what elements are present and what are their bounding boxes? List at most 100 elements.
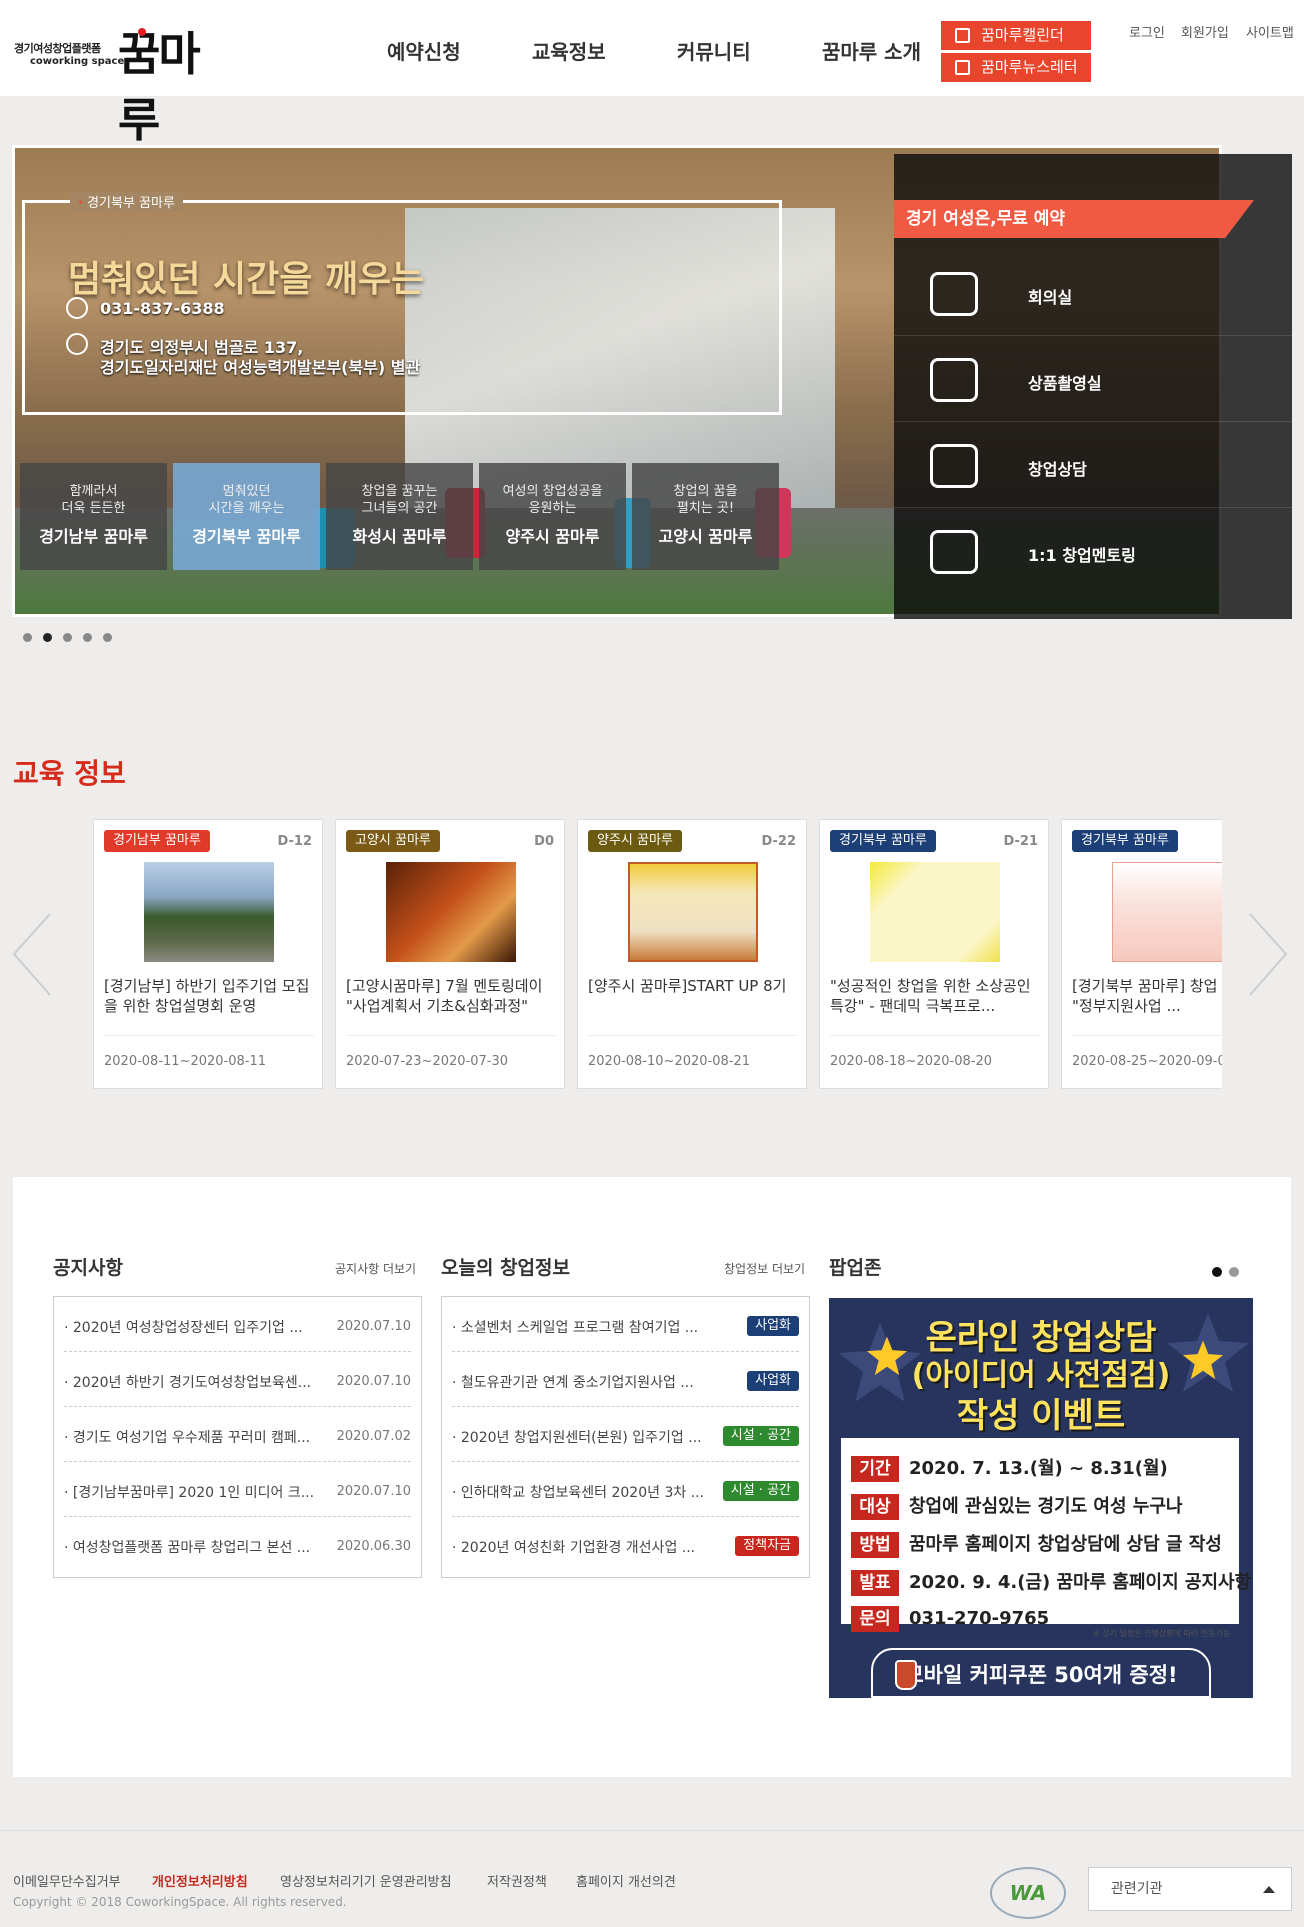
reserve-mentoring[interactable]: 1:1 창업멘토링 (894, 510, 1292, 594)
site-logo[interactable]: 경기여성창업플랫폼 coworking space 꿈마루 (14, 22, 234, 147)
popup-row-value: 창업에 관심있는 경기도 여성 누구나 (909, 1496, 1183, 1517)
web-accessibility-mark-icon: WA (990, 1867, 1066, 1919)
notice-item[interactable]: · 2020년 여성창업성장센터 입주기업 ... 2020.07.10 (64, 1297, 411, 1352)
edu-card-title: "성공적인 창업을 위한 소상공인 특강" - 팬데믹 극복프로... (830, 977, 1031, 1015)
bizinfo-item-title: · 2020년 창업지원센터(본원) 입주기업 ... (452, 1430, 702, 1446)
popup-row-key: 발표 (851, 1570, 899, 1596)
branch-hwaseong[interactable]: 창업을 꿈꾸는 그녀들의 공간 화성시 꿈마루 (326, 463, 473, 570)
edu-card-divider (588, 1035, 798, 1036)
logo-subtitle: 경기여성창업플랫폼 (14, 42, 101, 55)
edu-card-divider (104, 1035, 314, 1036)
notice-item[interactable]: · 여성창업플랫폼 꿈마루 창업리그 본선 ... 2020.06.30 (64, 1517, 411, 1572)
footer-copyright: Copyright © 2018 CoworkingSpace. All rig… (13, 1895, 347, 1909)
popup-row-key: 기간 (851, 1456, 899, 1482)
signup-link[interactable]: 회원가입 (1181, 22, 1229, 41)
nav-education[interactable]: 교육정보 (532, 36, 606, 65)
nav-community[interactable]: 커뮤니티 (677, 36, 751, 65)
nav-reservation[interactable]: 예약신청 (387, 36, 461, 65)
notice-item[interactable]: · 2020년 하반기 경기도여성창업보육센... 2020.07.10 (64, 1352, 411, 1407)
footer-link-feedback[interactable]: 홈페이지 개선의견 (576, 1871, 676, 1890)
branch-north[interactable]: 멈춰있던 시간을 깨우는 경기북부 꿈마루 (173, 463, 320, 570)
nav-about[interactable]: 꿈마루 소개 (822, 36, 921, 65)
edu-card-date: 2020-08-18~2020-08-20 (830, 1054, 992, 1069)
popup-pager (1212, 1267, 1239, 1277)
bizinfo-item-title: · 소셜벤처 스케일업 프로그램 참여기업 ... (452, 1320, 699, 1336)
popup-row: 방법 꿈마루 홈페이지 창업상담에 상담 글 작성 (851, 1530, 1222, 1558)
branch-slogan: 함께라서 (69, 484, 118, 499)
notice-item-date: 2020.07.10 (336, 1319, 411, 1334)
footer-link-copyright[interactable]: 저작권정책 (487, 1871, 547, 1890)
branch-slogan: 펼치는 곳! (676, 501, 735, 516)
notice-item-title: · 2020년 하반기 경기도여성창업보육센... (64, 1375, 312, 1391)
edu-card[interactable]: 양주시 꿈마루 D-22 [양주시 꿈마루]START UP 8기 2020-0… (577, 819, 807, 1089)
next-arrow-icon[interactable] (1248, 912, 1288, 997)
slider-dot[interactable] (103, 633, 112, 642)
edu-card[interactable]: 경기북부 꿈마루 D-21 "성공적인 창업을 위한 소상공인 특강" - 팬데… (819, 819, 1049, 1089)
newsletter-label: 꿈마루뉴스레터 (981, 58, 1078, 76)
bizinfo-list: · 소셜벤처 스케일업 프로그램 참여기업 ... 사업화 · 철도유관기관 연계… (441, 1296, 810, 1578)
edu-card-divider (346, 1035, 556, 1036)
notice-more-link[interactable]: 공지사항 더보기 (335, 1260, 416, 1277)
meeting-icon (930, 272, 978, 316)
location-icon (66, 333, 88, 355)
footer-link-email-policy[interactable]: 이메일무단수집거부 (13, 1871, 121, 1890)
calendar-icon (955, 28, 970, 43)
caret-up-icon (1263, 1886, 1275, 1893)
prev-arrow-icon[interactable] (12, 912, 52, 997)
notice-item[interactable]: · 경기도 여성기업 우수제품 꾸러미 캠페... 2020.07.02 (64, 1407, 411, 1462)
footer-link-cctv[interactable]: 영상정보처리기기 운영관리방침 (280, 1871, 452, 1890)
edu-card-image (870, 862, 1000, 962)
sitemap-link[interactable]: 사이트맵 (1246, 22, 1294, 41)
slider-dot[interactable] (23, 633, 32, 642)
edu-card-date: 2020-08-11~2020-08-11 (104, 1054, 266, 1069)
bizinfo-item[interactable]: · 2020년 창업지원센터(본원) 입주기업 ... 시설 · 공간 (452, 1407, 799, 1462)
bizinfo-item-title: · 2020년 여성친화 기업환경 개선사업 ... (452, 1540, 696, 1556)
phone-icon (66, 297, 88, 319)
popup-dot-active[interactable] (1212, 1267, 1222, 1277)
hero-headline: 멈춰있던 시간을 깨우는 (68, 259, 425, 300)
footer-link-privacy[interactable]: 개인정보처리방침 (152, 1871, 248, 1890)
phone-chat-icon (930, 444, 978, 488)
edu-card[interactable]: 경기북부 꿈마루 [경기북부 꿈마루] 창업 디딤돌 "정부지원사업 ... 2… (1061, 819, 1222, 1089)
edu-card-dday: D-12 (277, 834, 312, 849)
calendar-button[interactable]: 꿈마루캘린더 (941, 21, 1091, 50)
popup-row-key: 문의 (851, 1606, 899, 1632)
branch-yangju[interactable]: 여성의 창업성공을 응원하는 양주시 꿈마루 (479, 463, 626, 570)
branch-name: 화성시 꿈마루 (352, 527, 447, 546)
related-sites-select[interactable]: 관련기관 (1088, 1867, 1292, 1911)
branch-slogan: 더욱 든든한 (61, 501, 126, 516)
hero-tag-region: 경기북부 (87, 196, 135, 211)
edu-card-category: 경기북부 꿈마루 (1072, 830, 1178, 852)
newsletter-button[interactable]: 꿈마루뉴스레터 (941, 53, 1091, 82)
popup-row-value: 꿈마루 홈페이지 창업상담에 상담 글 작성 (909, 1534, 1222, 1555)
edu-card-title: [고양시꿈마루] 7월 멘토링데이 "사업계획서 기초&심화과정" (346, 977, 543, 1015)
notice-item-date: 2020.07.10 (336, 1374, 411, 1389)
popup-row: 문의 031-270-9765 (851, 1606, 1049, 1632)
bizinfo-item[interactable]: · 인하대학교 창업보육센터 2020년 3차 ... 시설 · 공간 (452, 1462, 799, 1517)
bizinfo-item[interactable]: · 철도유관기관 연계 중소기업지원사업 ... 사업화 (452, 1352, 799, 1407)
edu-card[interactable]: 경기남부 꿈마루 D-12 [경기남부] 하반기 입주기업 모집을 위한 창업설… (93, 819, 323, 1089)
reserve-photo-studio[interactable]: 상품촬영실 (894, 338, 1292, 422)
edu-card[interactable]: 고양시 꿈마루 D0 [고양시꿈마루] 7월 멘토링데이 "사업계획서 기초&심… (335, 819, 565, 1089)
reserve-meeting-room[interactable]: 회의실 (894, 252, 1292, 336)
bizinfo-more-link[interactable]: 창업정보 더보기 (724, 1260, 805, 1277)
bizinfo-item-badge: 정책자금 (735, 1536, 799, 1556)
popup-row-value: 2020. 7. 13.(월) ~ 8.31(월) (909, 1458, 1168, 1479)
bizinfo-item[interactable]: · 소셜벤처 스케일업 프로그램 참여기업 ... 사업화 (452, 1297, 799, 1352)
slider-dot-active[interactable] (43, 633, 52, 642)
slider-dot[interactable] (63, 633, 72, 642)
coffee-icon (895, 1660, 917, 1690)
popup-banner[interactable]: 온라인 창업상담 (아이디어 사전점검) 작성 이벤트 기간 2020. 7. 1… (829, 1298, 1253, 1698)
login-link[interactable]: 로그인 (1129, 22, 1165, 41)
branch-south[interactable]: 함께라서 더욱 든든한 경기남부 꿈마루 (20, 463, 167, 570)
branch-goyang[interactable]: 창업의 꿈을 펼치는 곳! 고양시 꿈마루 (632, 463, 779, 570)
slider-dot[interactable] (83, 633, 92, 642)
bizinfo-item[interactable]: · 2020년 여성친화 기업환경 개선사업 ... 정책자금 (452, 1517, 799, 1572)
branch-slogan: 그녀들의 공간 (361, 501, 438, 516)
popup-dot[interactable] (1229, 1267, 1239, 1277)
reservation-panel: 경기 여성온,무료 예약 회의실 상품촬영실 창업상담 1:1 창업멘토링 (894, 154, 1292, 619)
reserve-label: 1:1 창업멘토링 (1028, 546, 1136, 565)
reserve-consulting[interactable]: 창업상담 (894, 424, 1292, 508)
notice-item[interactable]: · [경기남부꿈마루] 2020 1인 미디어 크... 2020.07.10 (64, 1462, 411, 1517)
edu-card-divider (1072, 1035, 1222, 1036)
